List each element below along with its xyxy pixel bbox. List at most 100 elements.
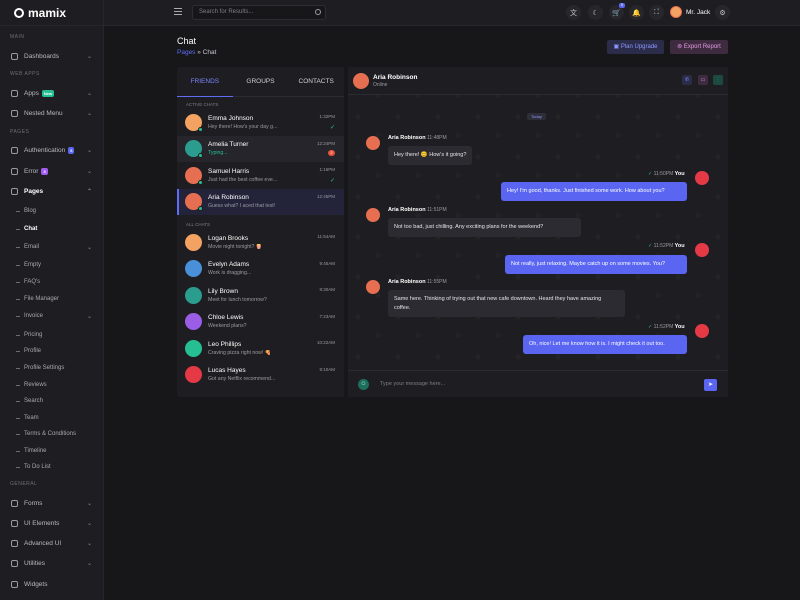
chat-list-item[interactable]: Aria Robinson Guess what? I aced that tes… [177, 188, 344, 215]
sidebar-subitem-chat[interactable]: Chat [0, 223, 104, 235]
message-time: 11:52PM [653, 324, 674, 330]
sidebar-subitem-profile[interactable]: Profile [0, 345, 104, 357]
tab-friends[interactable]: FRIENDS [177, 67, 233, 97]
sidebar-subitem-label: Blog [24, 208, 37, 214]
fullscreen-icon[interactable]: ⛶ [649, 5, 664, 20]
sidebar-subitem-invoice[interactable]: Invoice ⌄ [0, 310, 104, 322]
user-menu[interactable]: Mr. Jack [670, 6, 710, 18]
layers-icon [11, 109, 18, 117]
dash-icon [16, 417, 20, 419]
more-options-icon[interactable]: ⋮ [713, 75, 723, 85]
sidebar-subitem-reviews[interactable]: Reviews [0, 379, 104, 391]
cart-icon[interactable]: 🛒 5 [609, 3, 625, 20]
avatar [366, 136, 380, 150]
sidebar-item-utilities[interactable]: Utilities ⌄ [0, 556, 104, 570]
chat-list-item[interactable]: Emma Johnson Hey there! How's your day g.… [177, 109, 344, 136]
sidebar-subitem-team[interactable]: Team [0, 412, 104, 424]
tab-groups[interactable]: GROUPS [233, 67, 289, 96]
export-report-button[interactable]: ⊚ Export Report [670, 40, 728, 54]
emoji-icon[interactable]: ☺ [358, 379, 369, 390]
sidebar-item-authentication[interactable]: Authentication 6 ⌄ [0, 143, 104, 157]
sidebar-item-pages[interactable]: Pages ⌃ [0, 184, 104, 198]
chat-list-item[interactable]: Evelyn Adams Work is dragging... 9:45AM [177, 256, 344, 283]
sidebar-subitem-label: FAQ's [24, 279, 41, 285]
sidebar-subitem-label: File Manager [24, 296, 60, 302]
sidebar-subitem-faq-s[interactable]: FAQ's [0, 276, 104, 288]
avatar [695, 171, 709, 185]
avatar [353, 73, 369, 89]
sidebar-item-label: Error [24, 167, 39, 175]
lock-icon [11, 146, 18, 154]
settings-gear-icon[interactable]: ⚙ [715, 5, 730, 20]
chat-list-item[interactable]: Lucas Hayes Got any Netflix recommend... 9… [177, 362, 344, 389]
plan-upgrade-button[interactable]: ▣ Plan Upgrade [607, 40, 664, 54]
sidebar-subitem-timeline[interactable]: Timeline [0, 445, 104, 457]
button-label: Plan Upgrade [620, 44, 658, 50]
grid-icon [11, 89, 18, 97]
menu-toggle-icon[interactable] [174, 8, 182, 15]
sidebar-item-ui-elements[interactable]: UI Elements ⌄ [0, 516, 104, 530]
message-meta: Aria Robinson 11:55PM [388, 279, 447, 285]
sidebar-subitem-pricing[interactable]: Pricing [0, 329, 104, 341]
chat-item-text: Leo Phillips Craving pizza right now! 🍕 [208, 341, 318, 356]
online-indicator [198, 153, 203, 159]
chat-item-preview: Hey there! How's your day g... [208, 123, 278, 130]
sidebar-subitem-label: Reviews [24, 382, 47, 388]
sidebar-item-error[interactable]: Error 3 ⌄ [0, 164, 104, 178]
sidebar-item-apps[interactable]: Apps New ⌄ [0, 86, 104, 100]
alert-icon [11, 167, 18, 175]
sidebar-item-dashboards[interactable]: Dashboards ⌄ [0, 49, 104, 63]
sidebar-subitem-blog[interactable]: Blog [0, 205, 104, 217]
video-icon[interactable]: ▭ [698, 75, 708, 85]
sidebar-subitem-to-do-list[interactable]: To Do List [0, 461, 104, 473]
avatar [185, 286, 202, 304]
chevron-down-icon: ⌄ [86, 244, 92, 251]
sidebar-item-label: Advanced UI [24, 539, 62, 547]
chat-list-item[interactable]: Leo Phillips Craving pizza right now! 🍕 10… [177, 335, 344, 362]
breadcrumb-parent[interactable]: Pages [177, 49, 195, 56]
search-input[interactable]: Search for Results... [192, 5, 326, 20]
app-logo[interactable]: mamix [0, 0, 103, 26]
sidebar-subitem-label: Chat [24, 226, 38, 232]
sidebar-subitem-profile-settings[interactable]: Profile Settings [0, 362, 104, 374]
avatar [366, 280, 380, 294]
avatar [185, 140, 203, 159]
message-input[interactable]: Type your message here... [376, 378, 698, 391]
sidebar-item-advanced-ui[interactable]: Advanced UI ⌄ [0, 536, 104, 550]
chat-list-item[interactable]: Chloe Lewis Weekend plans? 7:23AM [177, 309, 344, 336]
chat-item-time: 12:45PM [316, 193, 335, 199]
chevron-down-icon: ⌄ [86, 520, 92, 527]
chat-list-item[interactable]: Lily Brown Meet for lunch tomorrow? 8:30AM [177, 282, 344, 309]
sidebar-item-nested-menu[interactable]: Nested Menu ⌄ [0, 106, 104, 120]
search-icon[interactable] [315, 9, 321, 15]
chevron-down-icon: ⌄ [86, 90, 92, 97]
send-icon[interactable]: ➤ [704, 379, 717, 391]
sidebar-subitem-search[interactable]: Search [0, 395, 104, 407]
tab-contacts[interactable]: CONTACTS [288, 67, 344, 96]
sidebar-subitem-terms-conditions[interactable]: Terms & Conditions [0, 428, 104, 440]
sidebar-item-widgets[interactable]: Widgets [0, 577, 104, 591]
sidebar-subitem-file-manager[interactable]: File Manager [0, 293, 104, 305]
dash-icon [16, 466, 20, 468]
chevron-down-icon: ⌄ [86, 500, 92, 507]
chevron-down-icon: ⌄ [86, 53, 92, 60]
chevron-down-icon: ⌄ [86, 110, 92, 117]
theme-toggle-icon[interactable]: ☾ [588, 5, 603, 20]
chat-list-item[interactable]: Amelia Turner Typing... 12:24PM 2 [177, 135, 344, 162]
sidebar-subitem-email[interactable]: Email ⌄ [0, 241, 104, 253]
chat-list-item[interactable]: Samuel Harris Just had the best coffee ev… [177, 162, 344, 189]
breadcrumb-current: Chat [202, 49, 217, 56]
language-icon[interactable]: 文 [566, 5, 581, 20]
avatar [670, 6, 682, 18]
call-icon[interactable]: ✆ [682, 75, 692, 85]
dash-icon [16, 400, 20, 402]
sidebar-subitem-empty[interactable]: Empty [0, 259, 104, 271]
notification-icon[interactable]: 🔔 [629, 5, 644, 20]
input-placeholder: Type your message here... [380, 381, 446, 387]
sidebar-item-forms[interactable]: Forms ⌄ [0, 496, 104, 510]
chat-list-item[interactable]: Logan Brooks Movie night tonight? 🍿 11:54A… [177, 229, 344, 256]
contact-name[interactable]: Aria Robinson [373, 74, 417, 81]
dash-icon [16, 264, 20, 266]
app-name: mamix [28, 5, 67, 20]
chat-item-preview: Craving pizza right now! 🍕 [208, 349, 272, 356]
